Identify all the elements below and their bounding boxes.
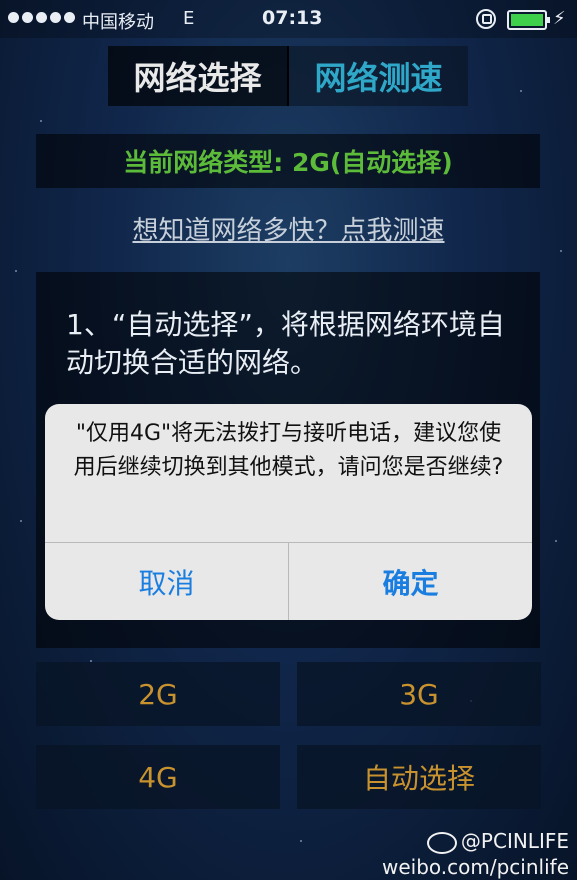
info-text: 1、“自动选择”，将根据网络环境自动切换合适的网络。 (66, 308, 505, 379)
weibo-watermark: @PCINLIFE weibo.com/pcinlife (382, 828, 569, 880)
watermark-handle: @PCINLIFE (460, 829, 569, 853)
tab-speed-test[interactable]: 网络测速 (289, 46, 468, 106)
status-bar: 中国移动 E 07:13 ⚡ (0, 0, 577, 38)
network-3g-button[interactable]: 3G (297, 662, 541, 726)
carrier-name: 中国移动 (82, 12, 154, 33)
network-type: E (183, 8, 195, 29)
weibo-icon (426, 831, 457, 854)
cancel-button[interactable]: 取消 (45, 543, 288, 620)
network-auto-button[interactable]: 自动选择 (297, 745, 541, 809)
charging-icon: ⚡ (553, 8, 566, 29)
tab-network-select[interactable]: 网络选择 (108, 46, 289, 106)
alert-message: "仅用4G"将无法拨打与接听电话，建议您使用后继续切换到其他模式，请问您是否继续… (73, 421, 504, 480)
watermark-url: weibo.com/pcinlife (382, 855, 569, 879)
signal-dots-icon (8, 12, 75, 23)
current-network-status: 当前网络类型: 2G(自动选择) (36, 134, 540, 188)
confirm-button[interactable]: 确定 (289, 543, 532, 620)
tab-bar: 网络选择 网络测速 (108, 46, 468, 106)
battery-icon (507, 10, 550, 30)
status-time: 07:13 (262, 7, 323, 29)
rotation-lock-icon (476, 9, 496, 29)
speed-test-link[interactable]: 想知道网络多快？点我测速 (0, 210, 577, 247)
network-4g-button[interactable]: 4G (36, 745, 280, 809)
alert-dialog: "仅用4G"将无法拨打与接听电话，建议您使用后继续切换到其他模式，请问您是否继续… (45, 404, 532, 620)
network-2g-button[interactable]: 2G (36, 662, 280, 726)
